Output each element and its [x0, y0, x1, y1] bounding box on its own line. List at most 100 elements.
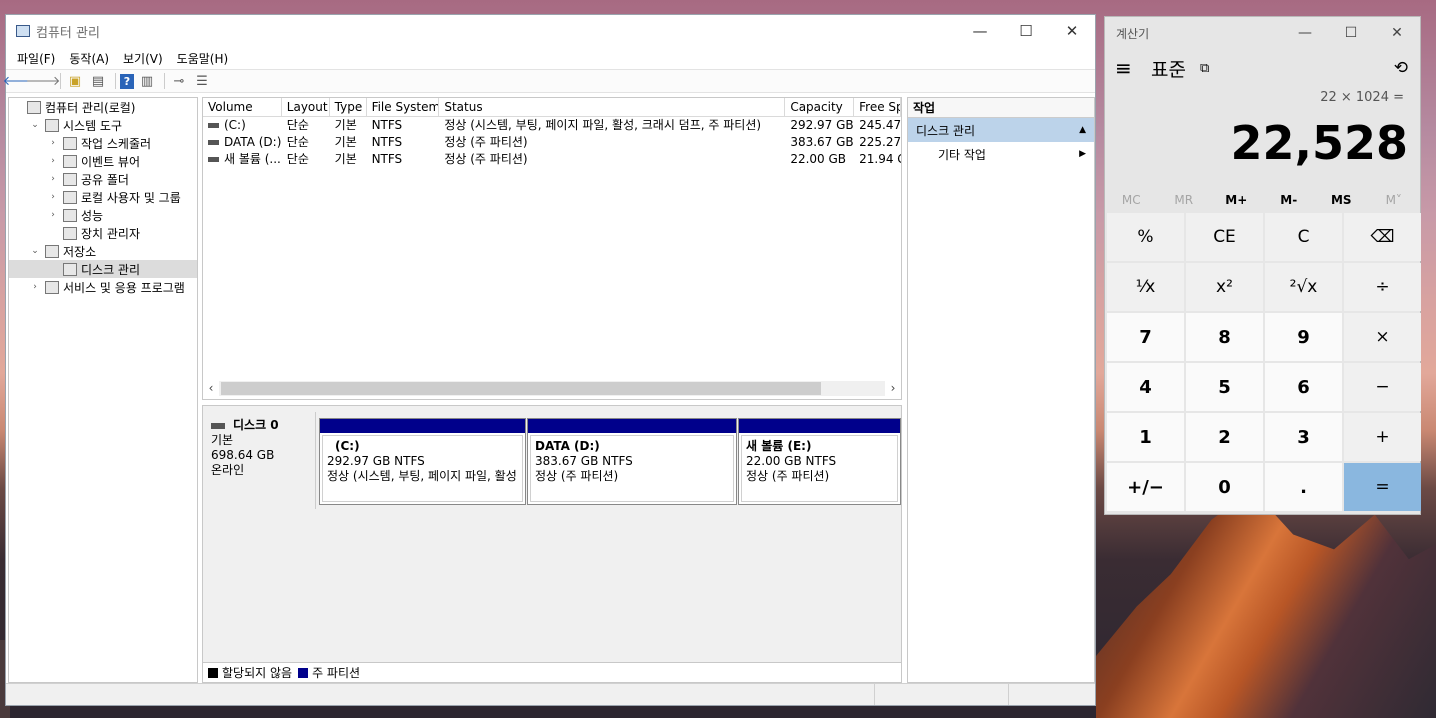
tree-item[interactable]: › 작업 스케줄러 — [9, 134, 197, 152]
keep-on-top-icon[interactable]: ⧉ — [1200, 61, 1209, 76]
expand-down-icon[interactable]: ⌄ — [29, 246, 41, 256]
clear-entry-button[interactable]: CE — [1186, 213, 1263, 261]
menu-help[interactable]: 도움말(H) — [170, 50, 236, 67]
square-button[interactable]: x² — [1186, 263, 1263, 311]
action-disk-management[interactable]: 디스크 관리 ▲ — [908, 118, 1094, 142]
digit-3-button[interactable]: 3 — [1265, 413, 1342, 461]
tree-item[interactable]: › 이벤트 뷰어 — [9, 152, 197, 170]
up-folder-icon[interactable]: ▣ — [65, 72, 85, 90]
tree-item[interactable]: › 서비스 및 응용 프로그램 — [9, 278, 197, 296]
horizontal-scrollbar[interactable]: ‹ › — [203, 379, 901, 397]
column-capacity[interactable]: Capacity — [785, 98, 855, 116]
add-button[interactable]: + — [1344, 413, 1421, 461]
chevron-right-icon[interactable]: › — [47, 138, 59, 148]
digit-6-button[interactable]: 6 — [1265, 363, 1342, 411]
partition-e[interactable]: 새 볼륨 (E:) 22.00 GB NTFS 정상 (주 파티션) — [738, 418, 901, 505]
tree-item[interactable]: › 성능 — [9, 206, 197, 224]
action-more-actions[interactable]: 기타 작업 ▶ — [908, 142, 1094, 166]
connect-icon[interactable]: ⊸ — [169, 72, 189, 90]
tree-node-icon — [63, 262, 77, 276]
partition-d[interactable]: DATA (D:) 383.67 GB NTFS 정상 (주 파티션) — [527, 418, 737, 505]
tree-item[interactable]: › 로컬 사용자 및 그룹 — [9, 188, 197, 206]
scroll-left-icon[interactable]: ‹ — [203, 381, 219, 395]
scroll-right-icon[interactable]: › — [885, 381, 901, 395]
calc-close-button[interactable]: ✕ — [1374, 25, 1420, 41]
digit-2-button[interactable]: 2 — [1186, 413, 1263, 461]
column-layout[interactable]: Layout — [282, 98, 330, 116]
chevron-right-icon[interactable]: › — [47, 192, 59, 202]
decimal-button[interactable]: . — [1265, 463, 1342, 511]
help-icon[interactable]: ? — [120, 73, 134, 89]
chevron-right-icon[interactable]: › — [47, 210, 59, 220]
digit-1-button[interactable]: 1 — [1107, 413, 1184, 461]
square-root-button[interactable]: ²√x — [1265, 263, 1342, 311]
memory-add-button[interactable]: M+ — [1210, 185, 1263, 215]
backspace-button[interactable]: ⌫ — [1344, 213, 1421, 261]
memory-recall-button[interactable]: MR — [1158, 185, 1211, 215]
properties-icon[interactable]: ☰ — [192, 72, 212, 90]
tree-item[interactable]: 컴퓨터 관리(로컬) — [9, 98, 197, 116]
calculator-title-bar[interactable]: 계산기 — ☐ ✕ — [1105, 17, 1420, 49]
column-free-space[interactable]: Free Sp — [854, 98, 902, 116]
column-volume[interactable]: Volume — [203, 98, 282, 116]
digit-7-button[interactable]: 7 — [1107, 313, 1184, 361]
column-status[interactable]: Status — [439, 98, 786, 116]
history-icon[interactable]: ⟲ — [1394, 58, 1408, 78]
show-hide-action-pane-icon[interactable]: ▥ — [137, 72, 157, 90]
show-hide-tree-icon[interactable]: ▤ — [88, 72, 108, 90]
digit-0-button[interactable]: 0 — [1186, 463, 1263, 511]
tree-item[interactable]: 디스크 관리 — [9, 260, 197, 278]
close-button[interactable]: ✕ — [1049, 15, 1095, 47]
percent-button[interactable]: % — [1107, 213, 1184, 261]
minimize-button[interactable]: — — [957, 15, 1003, 47]
expand-down-icon[interactable]: ⌄ — [29, 120, 41, 130]
scroll-track[interactable] — [219, 380, 885, 396]
menu-action[interactable]: 동작(A) — [62, 50, 116, 67]
column-type[interactable]: Type — [330, 98, 367, 116]
chevron-right-icon[interactable]: › — [47, 156, 59, 166]
digit-5-button[interactable]: 5 — [1186, 363, 1263, 411]
title-bar[interactable]: 컴퓨터 관리 — ☐ ✕ — [6, 15, 1095, 47]
partition-c[interactable]: (C:) 292.97 GB NTFS 정상 (시스템, 부팅, 페이지 파일,… — [319, 418, 526, 505]
digit-9-button[interactable]: 9 — [1265, 313, 1342, 361]
chevron-right-icon[interactable]: › — [47, 174, 59, 184]
tree-node-icon — [63, 226, 77, 240]
legend: 할당되지 않음 주 파티션 — [203, 662, 901, 682]
chevron-right-icon[interactable]: › — [29, 282, 41, 292]
digit-8-button[interactable]: 8 — [1186, 313, 1263, 361]
calc-maximize-button[interactable]: ☐ — [1328, 25, 1374, 41]
scroll-thumb[interactable] — [221, 381, 821, 395]
divide-button[interactable]: ÷ — [1344, 263, 1421, 311]
forward-arrow-icon[interactable]: 🡒 — [26, 72, 61, 90]
disk-0-header[interactable]: 디스크 0 기본 698.64 GB 온라인 — [203, 412, 316, 509]
memory-subtract-button[interactable]: M- — [1263, 185, 1316, 215]
action-section-label: 디스크 관리 — [916, 123, 976, 138]
menu-view[interactable]: 보기(V) — [116, 50, 170, 67]
negate-button[interactable]: +/− — [1107, 463, 1184, 511]
tree-item[interactable]: 장치 관리자 — [9, 224, 197, 242]
reciprocal-button[interactable]: ¹⁄x — [1107, 263, 1184, 311]
table-row[interactable]: DATA (D:) 단순 기본 NTFS 정상 (주 파티션) 383.67 GB 225.… — [203, 134, 901, 151]
tree-item[interactable]: ⌄ 저장소 — [9, 242, 197, 260]
tree-item[interactable]: › 공유 폴더 — [9, 170, 197, 188]
memory-store-button[interactable]: MS — [1315, 185, 1368, 215]
memory-list-button[interactable]: M˅ — [1368, 185, 1421, 215]
table-cell: 단순 — [286, 135, 309, 149]
menu-file[interactable]: 파일(F) — [10, 50, 62, 67]
digit-4-button[interactable]: 4 — [1107, 363, 1184, 411]
equals-button[interactable]: = — [1344, 463, 1421, 511]
column-file-system[interactable]: File System — [367, 98, 440, 116]
tree-item[interactable]: ⌄ 시스템 도구 — [9, 116, 197, 134]
hamburger-menu-icon[interactable]: ≡ — [1115, 56, 1145, 80]
table-cell: NTFS — [371, 135, 403, 149]
memory-clear-button[interactable]: MC — [1105, 185, 1158, 215]
maximize-button[interactable]: ☐ — [1003, 15, 1049, 47]
table-row[interactable]: 새 볼륨 (... 단순 기본 NTFS 정상 (주 파티션) 22.00 GB 21.94… — [203, 151, 901, 168]
calc-minimize-button[interactable]: — — [1282, 25, 1328, 41]
collapse-up-icon[interactable]: ▲ — [1079, 125, 1086, 135]
subtract-button[interactable]: − — [1344, 363, 1421, 411]
multiply-button[interactable]: × — [1344, 313, 1421, 361]
table-row[interactable]: (C:) 단순 기본 NTFS 정상 (시스템, 부팅, 페이지 파일, 활성, 크래시… — [203, 117, 901, 134]
clear-button[interactable]: C — [1265, 213, 1342, 261]
tree-item-label: 작업 스케줄러 — [81, 136, 152, 151]
